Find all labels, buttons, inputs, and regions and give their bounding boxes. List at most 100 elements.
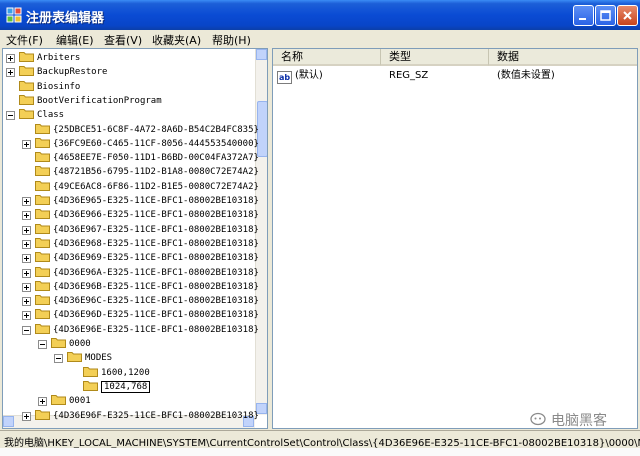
tree-node[interactable]: Class xyxy=(19,108,64,122)
watermark-text: 电脑黑客 xyxy=(551,413,607,429)
collapse-minus-icon[interactable] xyxy=(54,354,63,364)
tree-node[interactable]: {4D36E96F-E325-11CE-BFC1-08002BE10318} xyxy=(35,409,259,423)
tree-node[interactable]: 0001 xyxy=(51,394,91,408)
expand-plus-icon[interactable] xyxy=(22,254,31,264)
expand-plus-icon[interactable] xyxy=(22,197,31,206)
expand-plus-icon[interactable] xyxy=(22,282,31,292)
expand-plus-icon[interactable] xyxy=(6,68,15,78)
tree-node-label: {4D36E96E-E325-11CE-BFC1-08002BE10318} xyxy=(53,324,259,335)
list-item[interactable]: ab (默认) xyxy=(277,67,381,84)
expand-plus-icon[interactable] xyxy=(22,311,31,321)
string-value-icon: ab xyxy=(277,71,292,84)
tree-node[interactable]: {49CE6AC8-6F86-11D2-B1E5-0080C72E74A2} xyxy=(35,180,259,194)
expand-plus-icon[interactable] xyxy=(22,211,31,221)
expand-plus-icon[interactable] xyxy=(38,397,47,407)
expand-plus-icon[interactable] xyxy=(22,225,31,235)
expand-plus-icon[interactable] xyxy=(22,268,31,278)
tree-node-label: {4D36E969-E325-11CE-BFC1-08002BE10318} xyxy=(53,253,259,264)
tree-node[interactable]: MODES xyxy=(67,351,112,365)
tree-node[interactable]: Biosinfo xyxy=(19,80,80,94)
tree-node-label: {4D36E96A-E325-11CE-BFC1-08002BE10318} xyxy=(53,267,259,278)
tree-node[interactable]: BackupRestore xyxy=(19,65,107,79)
value-name: (默认) xyxy=(295,70,323,81)
column-header-type[interactable]: 类型 xyxy=(381,49,489,66)
column-header-name[interactable]: 名称 xyxy=(273,49,381,66)
tree-node[interactable]: 0000 xyxy=(51,337,91,351)
maximize-icon xyxy=(600,10,611,21)
expand-plus-icon[interactable] xyxy=(6,54,15,63)
tree-node[interactable]: Arbiters xyxy=(19,51,80,65)
folder-icon xyxy=(35,137,53,149)
menu-file[interactable]: 文件(F) xyxy=(6,32,43,48)
tree-node[interactable]: 1024,768 xyxy=(83,380,151,394)
collapse-minus-icon[interactable] xyxy=(38,340,47,349)
tree-node-label: {49CE6AC8-6F86-11D2-B1E5-0080C72E74A2} xyxy=(53,181,259,192)
tree-node-label: {36FC9E60-C465-11CF-8056-444553540000} xyxy=(53,138,259,149)
tree-node-label: {4658EE7E-F050-11D1-B6BD-00C04FA372A7} xyxy=(53,153,259,164)
tree-node[interactable]: {4D36E968-E325-11CE-BFC1-08002BE10318} xyxy=(35,237,259,251)
tree-node-label: 1024,768 xyxy=(101,380,151,393)
status-bar: 我的电脑\HKEY_LOCAL_MACHINE\SYSTEM\CurrentCo… xyxy=(0,430,640,448)
tree-node[interactable]: {4D36E967-E325-11CE-BFC1-08002BE10318} xyxy=(35,223,259,237)
registry-key-tree[interactable]: Arbiters BackupRestore Biosinfo BootVerific… xyxy=(2,48,268,429)
column-header-data[interactable]: 数据 xyxy=(489,49,637,66)
scroll-left-button[interactable] xyxy=(3,416,14,427)
tree-node-label: {4D36E966-E325-11CE-BFC1-08002BE10318} xyxy=(53,210,259,221)
expand-plus-icon[interactable] xyxy=(22,297,31,307)
tree-node-label: {25DBCE51-6C8F-4A72-8A6D-B54C2B4FC835} xyxy=(53,124,259,135)
tree-node-label: {4D36E96B-E325-11CE-BFC1-08002BE10318} xyxy=(53,281,259,292)
tree-node[interactable]: BootVerificationProgram xyxy=(19,94,162,108)
folder-icon xyxy=(51,395,69,406)
tree-node-label: 1600,1200 xyxy=(101,367,150,378)
tree-node[interactable]: {4D36E96C-E325-11CE-BFC1-08002BE10318} xyxy=(35,294,259,308)
tree-node[interactable]: {48721B56-6795-11D2-B1A8-0080C72E74A2} xyxy=(35,165,259,179)
folder-icon xyxy=(19,66,37,77)
tree-node-label: MODES xyxy=(85,353,113,364)
window-title: 注册表编辑器 xyxy=(26,11,105,26)
tree-node-label: Arbiters xyxy=(37,53,81,63)
watermark: 电脑黑客 xyxy=(530,410,607,430)
registry-values-list[interactable]: 名称 类型 数据 ab (默认) REG_SZ (数值未设置) xyxy=(272,48,638,429)
tree-node[interactable]: {36FC9E60-C465-11CF-8056-444553540000} xyxy=(35,137,259,151)
expand-plus-icon[interactable] xyxy=(22,411,31,421)
folder-icon xyxy=(83,366,101,378)
menu-view[interactable]: 查看(V) xyxy=(104,32,142,48)
tree-node[interactable]: {25DBCE51-6C8F-4A72-8A6D-B54C2B4FC835} xyxy=(35,123,259,137)
folder-icon xyxy=(35,309,53,320)
folder-icon xyxy=(51,338,69,349)
tree-node-label: {4D36E96F-E325-11CE-BFC1-08002BE10318} xyxy=(53,410,259,421)
tree-node[interactable]: {4D36E96A-E325-11CE-BFC1-08002BE10318} xyxy=(35,266,259,280)
expand-plus-icon[interactable] xyxy=(22,239,31,249)
folder-icon xyxy=(35,252,53,263)
folder-icon xyxy=(35,209,53,220)
folder-icon xyxy=(35,280,53,292)
tree-node[interactable]: {4658EE7E-F050-11D1-B6BD-00C04FA372A7} xyxy=(35,151,259,165)
collapse-minus-icon[interactable] xyxy=(6,111,15,121)
menu-edit[interactable]: 编辑(E) xyxy=(56,32,94,48)
tree-node-label: Class xyxy=(37,110,65,121)
folder-icon xyxy=(35,195,53,206)
collapse-minus-icon[interactable] xyxy=(22,325,31,335)
folder-icon xyxy=(35,152,53,163)
tree-node-label: {4D36E96C-E325-11CE-BFC1-08002BE10318} xyxy=(53,296,259,307)
title-bar[interactable]: 注册表编辑器 xyxy=(0,0,640,30)
menu-help[interactable]: 帮助(H) xyxy=(212,32,251,48)
close-button[interactable] xyxy=(617,5,638,26)
folder-icon xyxy=(35,295,53,306)
tree-node[interactable]: {4D36E96E-E325-11CE-BFC1-08002BE10318} xyxy=(35,323,259,337)
chat-bubble-icon xyxy=(530,412,546,426)
scroll-up-button[interactable] xyxy=(256,49,267,60)
menu-favorites[interactable]: 收藏夹(A) xyxy=(152,32,201,48)
maximize-button[interactable] xyxy=(595,5,616,26)
tree-node[interactable]: 1600,1200 xyxy=(83,366,150,380)
tree-node[interactable]: {4D36E965-E325-11CE-BFC1-08002BE10318} xyxy=(35,194,259,208)
tree-node[interactable]: {4D36E966-E325-11CE-BFC1-08002BE10318} xyxy=(35,208,259,222)
tree-node[interactable]: {4D36E96B-E325-11CE-BFC1-08002BE10318} xyxy=(35,280,259,294)
tree-node[interactable]: {4D36E96D-E325-11CE-BFC1-08002BE10318} xyxy=(35,308,259,322)
minimize-button[interactable] xyxy=(573,5,594,26)
folder-open-icon xyxy=(83,380,101,392)
tree-node[interactable]: {4D36E969-E325-11CE-BFC1-08002BE10318} xyxy=(35,251,259,265)
expand-plus-icon[interactable] xyxy=(22,139,31,149)
tree-node-label: {4D36E968-E325-11CE-BFC1-08002BE10318} xyxy=(53,238,259,249)
folder-icon xyxy=(19,52,37,63)
